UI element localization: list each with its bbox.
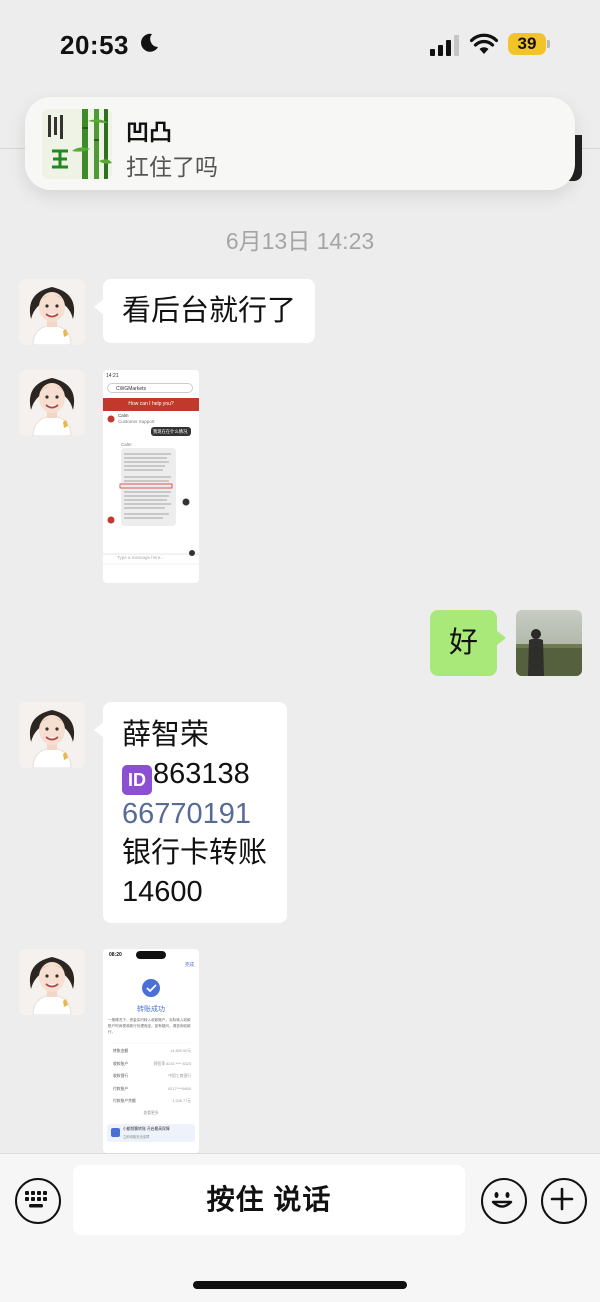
transfer-method: 银行卡转账 — [122, 837, 268, 869]
plus-icon — [550, 1187, 573, 1210]
battery-indicator: 39 — [508, 33, 546, 55]
smiley-icon — [491, 1191, 512, 1208]
screenshot2-promo-sub: 立即领取安全保障 — [123, 1135, 150, 1139]
detail-row: 转账金额 14,600.00元 — [113, 1049, 191, 1053]
payee-name: 薛智荣 — [122, 719, 210, 751]
message-image-transfer-success[interactable]: 08:20 完成 转账成功 一般情况下，资金实时转入收款账户。实际转入收款账户时… — [103, 949, 199, 1153]
keyboard-toggle-button[interactable] — [15, 1178, 61, 1224]
input-bar: 按住 说话 — [0, 1153, 600, 1302]
battery-tip — [547, 40, 550, 48]
screenshot2-more: 查看更多 — [143, 1111, 159, 1115]
contact-avatar[interactable] — [19, 702, 85, 768]
detail-row: 付款账户余额 1,026.77元 — [113, 1099, 191, 1103]
detail-row: 收款账户 薛智荣 6215 **** 8323 — [113, 1061, 191, 1066]
transfer-amount: 14600 — [122, 876, 203, 908]
screenshot2-note: 一般情况下，资金实时转入收款账户。实际转入收款账户时间视收款行处理而定。如有疑问… — [108, 1018, 191, 1034]
status-time: 20:53 — [60, 30, 129, 60]
chat-timestamp: 6月13日 14:23 — [225, 228, 375, 254]
screenshot-agent-sub: Calm — [121, 442, 132, 447]
hold-to-talk-button[interactable]: 按住 说话 — [73, 1165, 465, 1235]
contact-avatar[interactable] — [19, 370, 85, 436]
emoji-button[interactable] — [481, 1178, 527, 1224]
screenshot2-promo: 小额频繁转账 开启最高保障 — [123, 1127, 170, 1131]
screenshot-input-placeholder: Type a message here... — [117, 555, 165, 560]
account-line-1: ID 863138 — [122, 755, 287, 795]
moon-icon — [141, 33, 158, 52]
status-bar: 20:53 39 — [0, 0, 600, 90]
message-bubble-text[interactable]: 看后台就行了 — [93, 279, 316, 343]
screenshot2-time: 08:20 — [109, 952, 122, 958]
screenshot-url-bar: CWGMarkets — [107, 383, 193, 393]
notification-banner[interactable]: 凹凸 扛住了吗 — [25, 97, 575, 190]
screenshot2-done: 完成 — [185, 962, 194, 967]
keyboard-icon — [24, 1190, 47, 1207]
contact-avatar[interactable] — [19, 949, 85, 1015]
screenshot-time: 14:21 — [106, 373, 119, 379]
account-number-part-1: 863138 — [153, 758, 250, 790]
notification-body: 扛住了吗 — [126, 154, 218, 180]
screenshot-agent-role: Customer Support — [118, 419, 155, 424]
screenshot2-details: 转账金额 14,600.00元 收款账户 薛智荣 6215 **** 8323 收款… — [113, 1049, 191, 1112]
message-bubble-self[interactable]: 好 — [430, 610, 507, 676]
detail-row: 收款银行 中国工商银行 — [113, 1074, 191, 1078]
message-image-support-chat[interactable]: 14:21 CWGMarkets How can I help you? Cal… — [103, 370, 199, 583]
screenshot-user-message: 我现在在什么情况 — [153, 429, 188, 434]
wifi-icon — [470, 33, 498, 54]
more-options-button[interactable] — [541, 1178, 587, 1224]
screenshot-agent-name: Calm — [118, 413, 129, 418]
screenshot2-title: 转账成功 — [137, 1006, 165, 1013]
screenshot-banner: How can I help you? — [128, 401, 174, 407]
notification-title: 凹凸 — [126, 119, 172, 145]
contact-avatar[interactable] — [19, 279, 85, 345]
self-avatar[interactable] — [516, 610, 582, 676]
home-indicator[interactable] — [193, 1281, 407, 1289]
detail-row: 付款账户 6217****6800 — [113, 1086, 191, 1091]
signal-icon — [430, 35, 459, 56]
account-number-part-2[interactable]: 66770191 — [122, 795, 287, 834]
message-bubble-bank-info[interactable]: 薛智荣 ID 863138 66770191 银行卡转账 14600 — [94, 702, 287, 923]
bamboo-avatar — [42, 109, 112, 179]
id-emoji-icon: ID — [122, 765, 152, 795]
